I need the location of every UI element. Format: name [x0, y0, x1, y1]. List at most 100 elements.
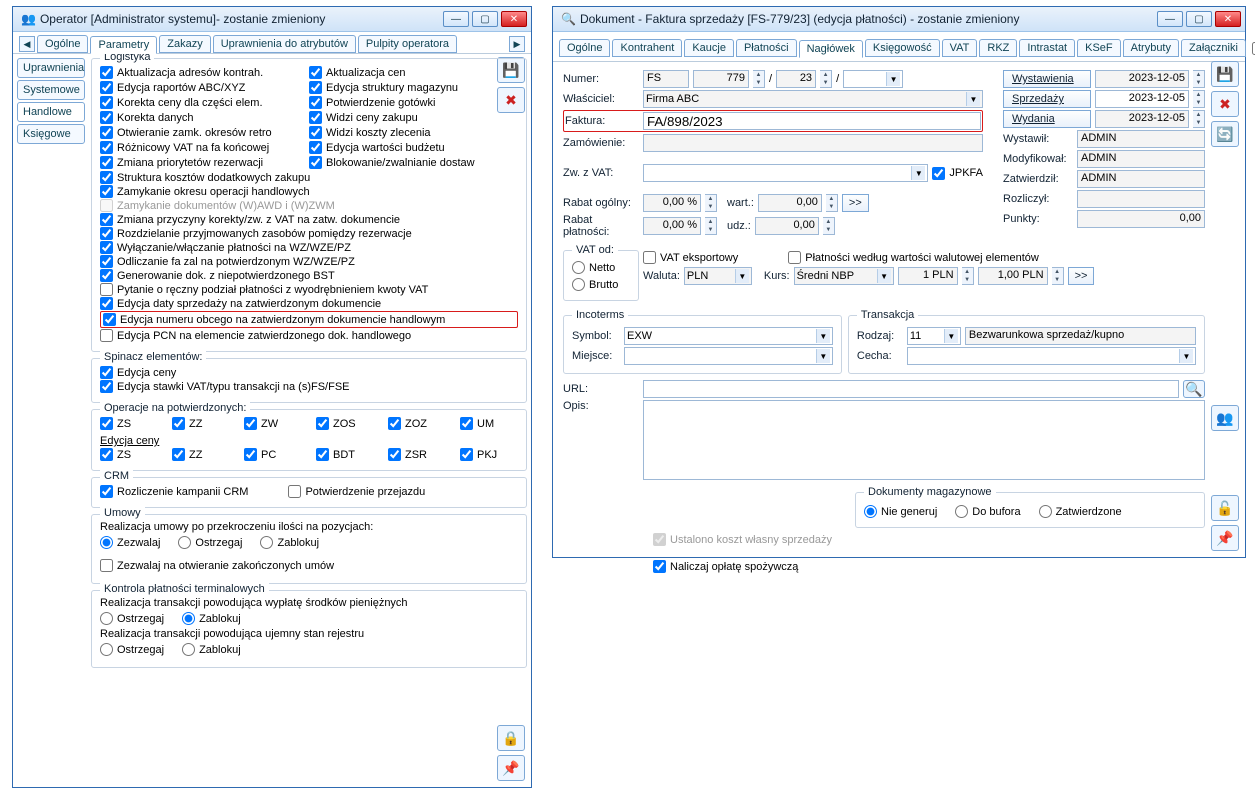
- chk-logf-4[interactable]: Rozdzielanie przyjmowanych zasobów pomię…: [100, 227, 518, 240]
- chk-logr-6[interactable]: Blokowanie/zwalnianie dostaw: [309, 156, 518, 169]
- chk-vat-eksport[interactable]: VAT eksportowy: [643, 251, 738, 264]
- chk-logl-1[interactable]: Edycja raportów ABC/XYZ: [100, 81, 309, 94]
- chk-ops2-bdt[interactable]: BDT: [316, 448, 370, 461]
- date-sprz-btn[interactable]: Sprzedaży: [1003, 90, 1091, 108]
- rabat-go-button[interactable]: >>: [842, 194, 869, 212]
- chk-ops2-zsr[interactable]: ZSR: [388, 448, 442, 461]
- radio-zablokuj[interactable]: Zablokuj: [260, 536, 319, 549]
- date-wyd-btn[interactable]: Wydania: [1003, 110, 1091, 128]
- wlasciciel-sel[interactable]: Firma ABC▼: [643, 90, 983, 108]
- chk-ops1-zz[interactable]: ZZ: [172, 417, 226, 430]
- faktura-input[interactable]: [643, 112, 981, 130]
- close-button[interactable]: ✕: [1215, 11, 1241, 27]
- chk-ops2-pc[interactable]: PC: [244, 448, 298, 461]
- chk-logf-5[interactable]: Wyłączanie/włączanie płatności na WZ/WZE…: [100, 241, 518, 254]
- contacts-icon[interactable]: 👥: [1211, 405, 1239, 431]
- chk-logl-3[interactable]: Korekta danych: [100, 111, 309, 124]
- miejsce-sel[interactable]: ▼: [624, 347, 833, 365]
- chk-ops1-zw[interactable]: ZW: [244, 417, 298, 430]
- url-search-icon[interactable]: 🔍: [1183, 380, 1205, 398]
- radio-ostrzegaj[interactable]: Ostrzegaj: [178, 536, 242, 549]
- chk-ops1-zos[interactable]: ZOS: [316, 417, 370, 430]
- chk-logl-6[interactable]: Zmiana priorytetów rezerwacji: [100, 156, 309, 169]
- chk-logr-4[interactable]: Widzi koszty zlecenia: [309, 126, 518, 139]
- chk-logr-3[interactable]: Widzi ceny zakupu: [309, 111, 518, 124]
- kurs-go-button[interactable]: >>: [1068, 267, 1095, 285]
- chk-logf-1[interactable]: Zamykanie okresu operacji handlowych: [100, 185, 518, 198]
- numer-sel[interactable]: ▼: [843, 70, 903, 88]
- cecha-sel[interactable]: ▼: [907, 347, 1196, 365]
- radio-k2-zabl[interactable]: Zablokuj: [182, 643, 241, 656]
- chk-ops2-pkj[interactable]: PKJ: [460, 448, 514, 461]
- tab-parametry[interactable]: Parametry: [90, 36, 157, 54]
- tab-zakazy[interactable]: Zakazy: [159, 35, 210, 53]
- chk-logf-10[interactable]: Edycja numeru obcego na zatwierdzonym do…: [103, 313, 445, 326]
- url-input[interactable]: [643, 380, 1179, 398]
- radio-zezwalaj[interactable]: Zezwalaj: [100, 536, 160, 549]
- lock-icon[interactable]: 🔓: [1211, 495, 1239, 521]
- minimize-button[interactable]: —: [443, 11, 469, 27]
- chk-logl-0[interactable]: Aktualizacja adresów kontrah.: [100, 66, 309, 79]
- minimize-button[interactable]: —: [1157, 11, 1183, 27]
- chk-ops1-zs[interactable]: ZS: [100, 417, 154, 430]
- radio-k2-ostrz[interactable]: Ostrzegaj: [100, 643, 164, 656]
- chk-crm-0[interactable]: Rozliczenie kampanii CRM: [100, 485, 248, 498]
- chk-otwieranie-umow[interactable]: Zezwalaj na otwieranie zakończonych umów: [100, 559, 334, 572]
- tab-uprawnienia[interactable]: Uprawnienia do atrybutów: [213, 35, 356, 53]
- tab-kaucje[interactable]: Kaucje: [684, 39, 734, 57]
- close-button[interactable]: ✕: [501, 11, 527, 27]
- chk-spin-1[interactable]: Edycja stawki VAT/typu transakcji na (s)…: [100, 380, 518, 393]
- lock-icon[interactable]: 🔒: [497, 725, 525, 751]
- chk-jpkfa[interactable]: JPKFA: [932, 167, 983, 180]
- chk-crm-1[interactable]: Potwierdzenie przejazdu: [288, 485, 425, 498]
- tab-atrybuty[interactable]: Atrybuty: [1123, 39, 1179, 57]
- tab-ogolne[interactable]: Ogólne: [37, 35, 88, 53]
- pin-icon[interactable]: 📌: [1211, 525, 1239, 551]
- chk-naliczaj[interactable]: Naliczaj opłatę spożywczą: [653, 560, 798, 573]
- chk-logf-3[interactable]: Zmiana przyczyny korekty/zw. z VAT na za…: [100, 213, 518, 226]
- tab-ogolne[interactable]: Ogólne: [559, 39, 610, 57]
- radio-zatwierdzone[interactable]: Zatwierdzone: [1039, 505, 1122, 518]
- zw-vat-sel[interactable]: ▼: [643, 164, 928, 182]
- chk-logr-1[interactable]: Edycja struktury magazynu: [309, 81, 518, 94]
- radio-do-bufora[interactable]: Do bufora: [955, 505, 1020, 518]
- chk-logr-0[interactable]: Aktualizacja cen: [309, 66, 518, 79]
- side-tab-ksiegowe[interactable]: Księgowe: [17, 124, 85, 144]
- side-tab-uprawnienia[interactable]: Uprawnienia: [17, 58, 85, 78]
- radio-k1-zabl[interactable]: Zablokuj: [182, 612, 241, 625]
- chk-logf-9[interactable]: Edycja daty sprzedaży na zatwierdzonym d…: [100, 297, 518, 310]
- maximize-button[interactable]: ▢: [1186, 11, 1212, 27]
- tab-intrastat[interactable]: Intrastat: [1019, 39, 1075, 57]
- tab-rkz[interactable]: RKZ: [979, 39, 1017, 57]
- tab-ksef[interactable]: KSeF: [1077, 39, 1121, 57]
- tab-scroll-left[interactable]: ◀: [19, 36, 35, 52]
- chk-logf-8[interactable]: Pytanie o ręczny podział płatności z wyo…: [100, 283, 518, 296]
- tab-vat[interactable]: VAT: [942, 39, 978, 57]
- opis-textarea[interactable]: [643, 400, 1205, 480]
- chk-spin-0[interactable]: Edycja ceny: [100, 366, 518, 379]
- tab-ksiegowosc[interactable]: Księgowość: [865, 39, 940, 57]
- date-wyst-btn[interactable]: Wystawienia: [1003, 70, 1091, 88]
- chk-logf-0[interactable]: Struktura kosztów dodatkowych zakupu: [100, 171, 518, 184]
- tab-naglowek[interactable]: Nagłówek: [799, 40, 863, 58]
- tab-pulpity[interactable]: Pulpity operatora: [358, 35, 457, 53]
- radio-k1-ostrz[interactable]: Ostrzegaj: [100, 612, 164, 625]
- radio-nie-generuj[interactable]: Nie generuj: [864, 505, 937, 518]
- chk-ops2-zs[interactable]: ZS: [100, 448, 154, 461]
- tab-kontrahent[interactable]: Kontrahent: [612, 39, 682, 57]
- refresh-icon[interactable]: 🔄: [1211, 121, 1239, 147]
- waluta-sel[interactable]: PLN▼: [684, 267, 752, 285]
- chk-logl-2[interactable]: Korekta ceny dla części elem.: [100, 96, 309, 109]
- chk-logl-5[interactable]: Różnicowy VAT na fa końcowej: [100, 141, 309, 154]
- chk-platnosci-walut[interactable]: Płatności według wartości walutowej elem…: [788, 251, 1039, 264]
- chk-logf-11[interactable]: Edycja PCN na elemencie zatwierdzonego d…: [100, 329, 518, 342]
- cancel-icon[interactable]: ✖: [1211, 91, 1239, 117]
- symbol-sel[interactable]: EXW▼: [624, 327, 833, 345]
- radio-netto[interactable]: Netto: [572, 261, 615, 274]
- tab-zalaczniki[interactable]: Załączniki: [1181, 39, 1246, 57]
- chk-ops1-zoz[interactable]: ZOZ: [388, 417, 442, 430]
- chk-logr-2[interactable]: Potwierdzenie gotówki: [309, 96, 518, 109]
- tab-platnosci[interactable]: Płatności: [736, 39, 797, 57]
- maximize-button[interactable]: ▢: [472, 11, 498, 27]
- chk-logf-6[interactable]: Odliczanie fa zal na potwierdzonym WZ/WZ…: [100, 255, 518, 268]
